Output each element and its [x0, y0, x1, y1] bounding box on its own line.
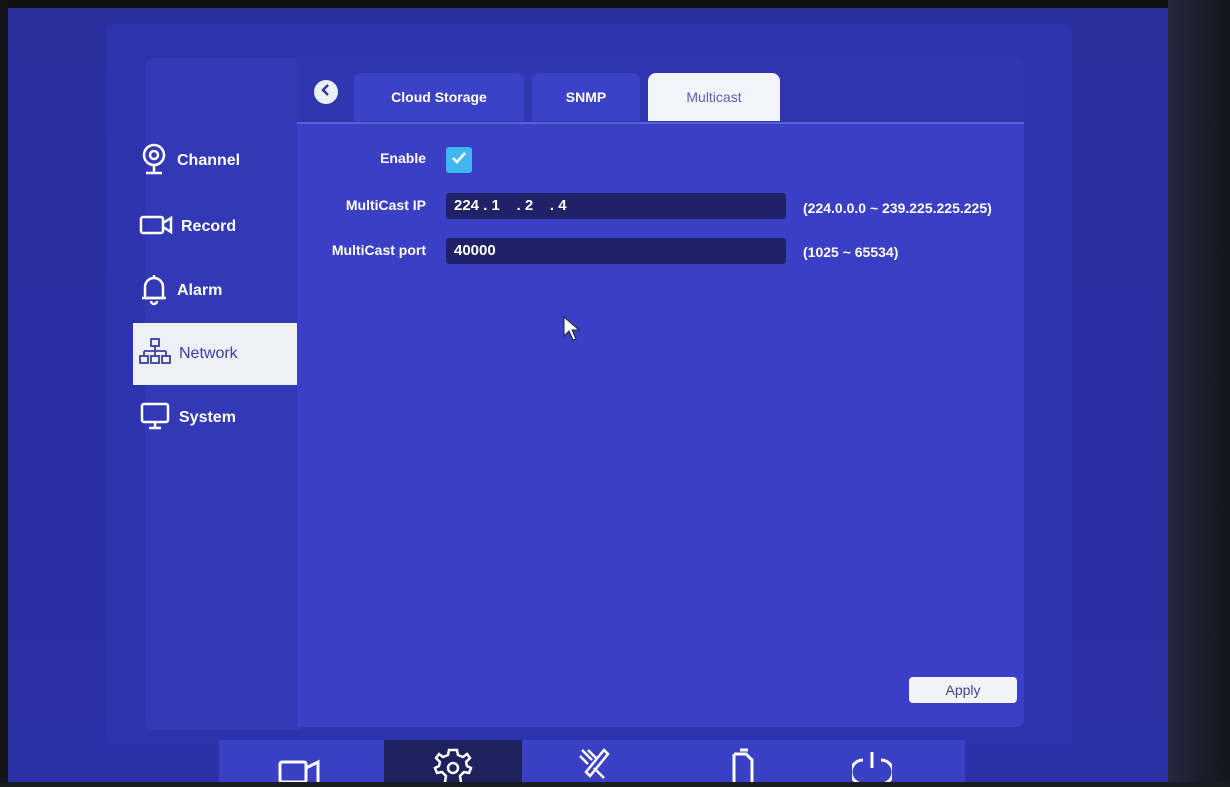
tab-snmp[interactable]: SNMP: [532, 73, 640, 121]
tab-label: Cloud Storage: [391, 89, 487, 105]
files-button[interactable]: [682, 740, 802, 782]
check-icon: [451, 151, 467, 170]
chevron-left-icon: [320, 83, 332, 101]
apply-button[interactable]: Apply: [909, 677, 1017, 703]
sidebar-item-system[interactable]: System: [133, 387, 298, 449]
bell-icon: [139, 272, 169, 311]
monitor-icon: [139, 401, 171, 436]
live-view-button[interactable]: [242, 740, 354, 784]
video-camera-icon: [268, 746, 328, 787]
tab-label: Multicast: [686, 89, 742, 105]
back-button[interactable]: [314, 80, 338, 104]
tab-multicast[interactable]: Multicast: [648, 73, 780, 121]
maintenance-button[interactable]: [524, 740, 664, 782]
power-icon: [849, 746, 895, 787]
settings-button[interactable]: [384, 740, 522, 783]
enable-label: Enable: [380, 150, 426, 166]
power-button[interactable]: [812, 740, 932, 786]
gear-icon: [433, 746, 473, 787]
multicast-port-range-hint: (1025 ~ 65534): [803, 244, 899, 260]
monitor-bezel-right: [1168, 0, 1230, 782]
video-camera-icon: [139, 213, 173, 242]
multicast-port-input[interactable]: 40000: [446, 238, 786, 264]
sidebar-item-channel[interactable]: Channel: [133, 130, 298, 192]
monitor-bezel-left: [0, 0, 8, 782]
multicast-ip-range-hint: (224.0.0.0 ~ 239.225.225.225): [803, 200, 992, 216]
sidebar-item-label: System: [179, 409, 236, 426]
sidebar-item-label: Channel: [177, 152, 241, 169]
webcam-icon: [139, 142, 169, 181]
sidebar-item-label: Record: [181, 218, 237, 235]
multicast-ip-input[interactable]: 224 . 1 . 2 . 4: [446, 193, 786, 219]
sidebar-item-record[interactable]: Record: [133, 196, 298, 258]
tab-cloud-storage[interactable]: Cloud Storage: [354, 73, 524, 121]
mouse-cursor-icon: [563, 315, 581, 347]
network-icon: [139, 337, 171, 372]
multicast-ip-label: MultiCast IP: [345, 197, 426, 213]
sidebar-item-label: Network: [179, 345, 238, 362]
monitor-bezel-top: [0, 0, 1230, 8]
sidebar-item-alarm[interactable]: Alarm: [133, 260, 298, 322]
files-icon: [722, 746, 762, 787]
tools-icon: [574, 746, 614, 787]
tab-label: SNMP: [565, 89, 607, 105]
enable-checkbox[interactable]: [446, 147, 472, 173]
sidebar-item-network[interactable]: Network: [133, 323, 298, 385]
multicast-port-label: MultiCast port: [331, 242, 426, 258]
sidebar-item-label: Alarm: [177, 282, 223, 299]
